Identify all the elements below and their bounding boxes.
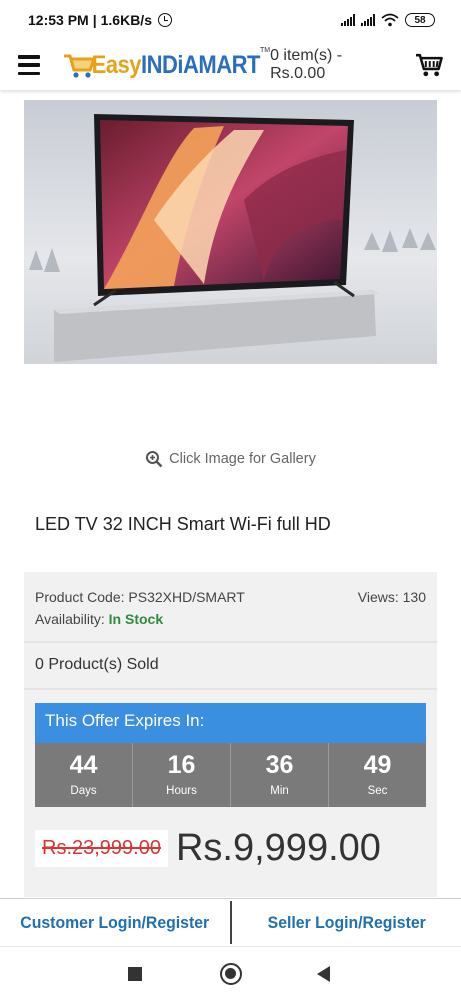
logo-easy: Easy [91,50,142,79]
site-logo[interactable]: EasyINDiAMART TM [62,45,270,85]
products-sold: 0 Product(s) Sold [35,656,159,673]
countdown-label: Sec [367,785,388,797]
product-info-panel: Product Code: PS32XHD/SMART Availability… [24,572,437,897]
countdown-seconds: 49 Sec [329,743,426,807]
gallery-label: Click Image for Gallery [169,451,316,467]
logo-cart-icon [63,54,96,78]
signal-icon [341,14,355,26]
cart-summary[interactable]: 0 item(s) - Rs.0.00 [270,47,399,83]
current-price: Rs.9,999.00 [175,827,381,869]
alarm-icon [157,13,172,27]
recents-icon[interactable] [128,967,142,981]
wifi-icon [381,13,399,27]
android-nav-bar [0,946,461,1000]
availability-row: Availability: In Stock [35,608,245,630]
home-icon[interactable] [220,963,242,985]
product-code-row: Product Code: PS32XHD/SMART [35,586,245,608]
status-left: 12:53 PM | 1.6KB/s [28,12,172,28]
product-image[interactable] [24,100,437,364]
countdown-minutes: 36 Min [231,743,329,807]
customer-login-button[interactable]: Customer Login/Register [8,899,221,946]
countdown-days: 44 Days [35,743,133,807]
signal-icon-2 [361,14,375,26]
battery-icon: 58 [405,13,435,27]
availability-status: In Stock [108,611,164,627]
countdown-label: Min [270,785,289,797]
login-separator [229,901,232,944]
countdown-value: 49 [363,751,392,779]
countdown-value: 36 [265,751,294,779]
logo-india: INDiAMART [141,50,260,79]
offer-heading: This Offer Expires In: [35,703,426,743]
logo-text: EasyINDiAMART [91,50,261,80]
gallery-link[interactable]: Click Image for Gallery [0,450,461,468]
status-time: 12:53 PM [28,12,89,28]
product-code: PS32XHD/SMART [128,589,245,605]
countdown-label: Hours [166,785,197,797]
old-price: Rs.23,999.00 [35,830,168,867]
countdown-value: 44 [69,751,98,779]
price-row: Rs.23,999.00 Rs.9,999.00 [35,827,381,870]
tv-illustration [24,100,437,364]
menu-icon[interactable] [18,55,40,75]
cart-icon[interactable] [415,52,443,78]
logo-tm: TM [259,47,271,54]
product-code-label: Product Code: [35,589,125,605]
countdown-hours: 16 Hours [133,743,231,807]
login-bar: Customer Login/Register Seller Login/Reg… [0,898,461,946]
zoom-in-icon [146,451,163,468]
views-label: Views: [357,589,399,605]
status-bar: 12:53 PM | 1.6KB/s 58 [0,0,461,40]
divider [24,641,437,643]
views-count: Views: 130 [358,586,426,608]
site-header: EasyINDiAMART TM 0 item(s) - Rs.0.00 [0,40,461,90]
status-separator: | [92,12,97,28]
divider [24,688,437,690]
status-net-speed: 1.6KB/s [100,12,152,28]
availability-label: Availability: [35,611,105,627]
product-title: LED TV 32 INCH Smart Wi-Fi full HD [35,514,331,534]
countdown-timer: 44 Days 16 Hours 36 Min 49 Sec [35,743,426,807]
offer-countdown-box: This Offer Expires In: 44 Days 16 Hours … [35,703,426,807]
product-meta: Product Code: PS32XHD/SMART Availability… [35,586,245,630]
seller-login-button[interactable]: Seller Login/Register [240,899,453,946]
countdown-label: Days [70,785,97,797]
status-right: 58 [341,13,435,27]
back-icon[interactable] [317,966,330,982]
countdown-value: 16 [167,751,196,779]
views-value: 130 [402,589,426,605]
